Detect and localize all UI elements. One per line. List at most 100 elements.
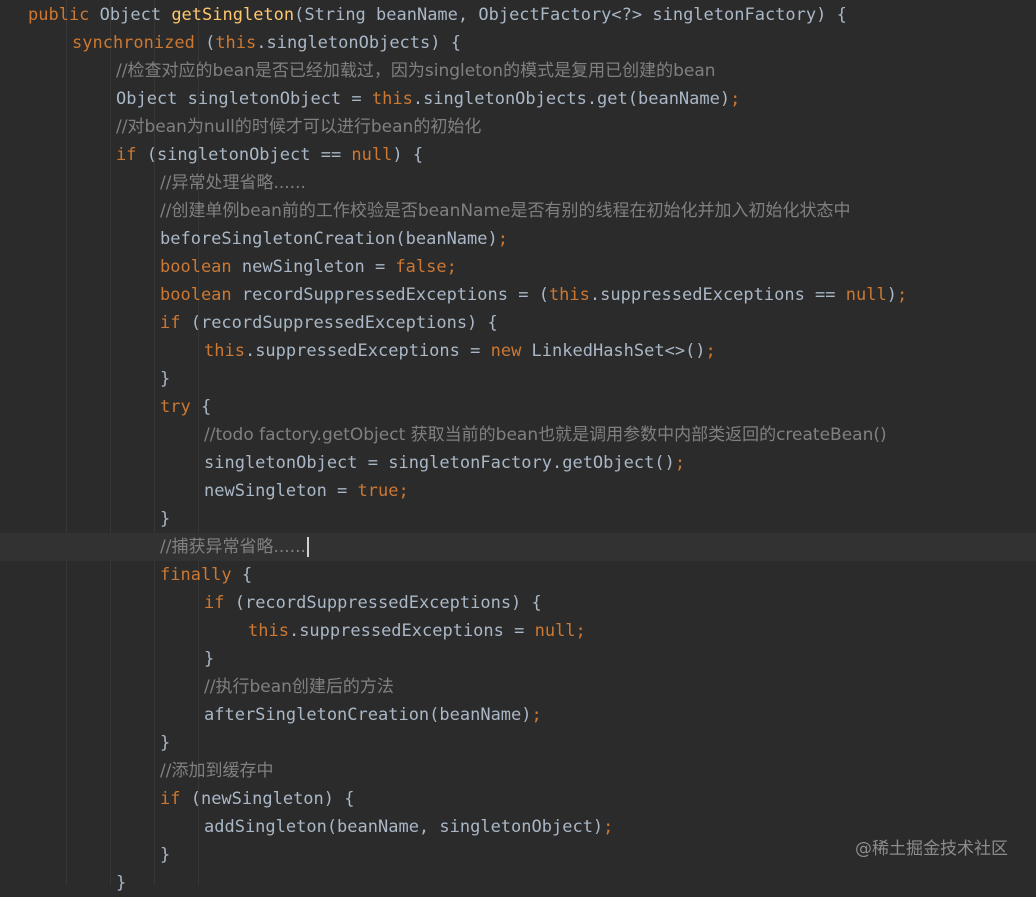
code-keyword: null	[351, 145, 393, 165]
code-text: {	[200, 397, 212, 417]
code-keyword: finally	[160, 565, 242, 585]
code-keyword: if	[116, 145, 147, 165]
code-text: (singletonObject ==	[146, 145, 352, 165]
code-line[interactable]: if (singletonObject == null) {	[0, 141, 1036, 169]
code-line[interactable]: //执行bean创建后的方法	[0, 673, 1036, 701]
code-line[interactable]: if (recordSuppressedExceptions) {	[0, 589, 1036, 617]
code-line[interactable]: //添加到缓存中	[0, 757, 1036, 785]
code-line[interactable]: //检查对应的bean是否已经加载过，因为singleton的模式是复用已创建的…	[0, 57, 1036, 85]
code-text: newSingleton =	[241, 257, 396, 277]
code-text: Object	[99, 5, 172, 25]
code-text: }	[160, 733, 171, 753]
code-keyword: null;	[534, 621, 586, 641]
code-text: beforeSingletonCreation(beanName)	[160, 229, 498, 249]
code-text: (recordSuppressedExceptions) {	[190, 313, 498, 333]
code-comment: //捕获异常省略......	[160, 537, 306, 557]
code-keyword: false;	[395, 257, 457, 277]
code-line[interactable]: //捕获异常省略......	[0, 533, 1036, 561]
code-line[interactable]: }	[0, 645, 1036, 673]
code-keyword: true;	[357, 481, 409, 501]
code-text: }	[204, 649, 215, 669]
code-text: LinkedHashSet<>()	[531, 341, 706, 361]
code-line[interactable]: //创建单例bean前的工作校验是否beanName是否有别的线程在初始化并加入…	[0, 197, 1036, 225]
code-keyword: if	[160, 789, 191, 809]
code-comment: //添加到缓存中	[160, 761, 274, 781]
code-text: }	[116, 873, 127, 893]
code-keyword: new	[490, 341, 532, 361]
code-line[interactable]: //对bean为null的时候才可以进行bean的初始化	[0, 113, 1036, 141]
code-comment: //对bean为null的时候才可以进行bean的初始化	[116, 117, 482, 137]
code-text: .suppressedExceptions ==	[589, 285, 846, 305]
code-comment: //异常处理省略......	[160, 173, 306, 193]
code-line[interactable]: }	[0, 869, 1036, 897]
code-line[interactable]: //异常处理省略......	[0, 169, 1036, 197]
code-line[interactable]: singletonObject = singletonFactory.getOb…	[0, 449, 1036, 477]
code-line[interactable]: if (newSingleton) {	[0, 785, 1036, 813]
code-line[interactable]: boolean newSingleton = false;	[0, 253, 1036, 281]
code-keyword: null	[845, 285, 887, 305]
code-comment: //检查对应的bean是否已经加载过，因为singleton的模式是复用已创建的…	[116, 61, 716, 81]
code-text: }	[160, 509, 171, 529]
code-keyword: ;	[705, 341, 716, 361]
code-line[interactable]: public Object getSingleton(String beanNa…	[0, 1, 1036, 29]
code-text: addSingleton(beanName, singletonObject)	[204, 817, 604, 837]
code-text: .suppressedExceptions =	[244, 341, 491, 361]
code-text: (newSingleton) {	[190, 789, 355, 809]
code-line[interactable]: Object singletonObject = this.singletonO…	[0, 85, 1036, 113]
code-keyword: this	[371, 89, 413, 109]
watermark: @稀土掘金技术社区	[855, 839, 1008, 859]
code-line[interactable]: newSingleton = true;	[0, 477, 1036, 505]
code-comment: //创建单例bean前的工作校验是否beanName是否有别的线程在初始化并加入…	[160, 201, 851, 221]
code-keyword: this	[215, 33, 257, 53]
code-line[interactable]: beforeSingletonCreation(beanName);	[0, 225, 1036, 253]
code-text: recordSuppressedExceptions = (	[241, 285, 549, 305]
code-keyword: if	[204, 593, 235, 613]
code-line[interactable]: }	[0, 505, 1036, 533]
code-text: .singletonObjects) {	[256, 33, 461, 53]
code-keyword: ;	[896, 285, 908, 305]
code-keyword: boolean	[160, 285, 242, 305]
code-text: Object singletonObject =	[116, 89, 372, 109]
code-line[interactable]: if (recordSuppressedExceptions) {	[0, 309, 1036, 337]
code-text: )	[886, 285, 897, 305]
code-text: (recordSuppressedExceptions) {	[234, 593, 542, 613]
code-line[interactable]: try {	[0, 393, 1036, 421]
code-keyword: ;	[531, 705, 542, 725]
code-keyword: this	[248, 621, 289, 641]
code-line[interactable]: boolean recordSuppressedExceptions = (th…	[0, 281, 1036, 309]
code-line[interactable]: synchronized (this.singletonObjects) {	[0, 29, 1036, 57]
code-line[interactable]: this.suppressedExceptions = new LinkedHa…	[0, 337, 1036, 365]
code-keyword: ;	[497, 229, 509, 249]
code-line[interactable]: finally {	[0, 561, 1036, 589]
code-line[interactable]: //todo factory.getObject 获取当前的bean也就是调用参…	[0, 421, 1036, 449]
code-keyword: if	[160, 313, 191, 333]
code-keyword: this	[548, 285, 590, 305]
code-text: .singletonObjects.get(beanName)	[412, 89, 731, 109]
code-text: newSingleton =	[204, 481, 358, 501]
code-line[interactable]: afterSingletonCreation(beanName);	[0, 701, 1036, 729]
code-keyword: synchronized	[72, 33, 206, 53]
code-text: afterSingletonCreation(beanName)	[204, 705, 532, 725]
code-keyword: ;	[674, 453, 686, 473]
code-text: {	[241, 565, 253, 585]
code-text: singletonObject = singletonFactory.getOb…	[204, 453, 675, 473]
code-text: .suppressedExceptions =	[288, 621, 535, 641]
code-text: }	[160, 369, 171, 389]
code-text: (String beanName, ObjectFactory<?> singl…	[294, 5, 847, 25]
code-comment: //todo factory.getObject 获取当前的bean也就是调用参…	[204, 425, 887, 445]
code-line[interactable]: }	[0, 365, 1036, 393]
code-line[interactable]: }	[0, 729, 1036, 757]
code-editor[interactable]: public Object getSingleton(String beanNa…	[0, 0, 1036, 893]
code-text: ) {	[392, 145, 424, 165]
code-keyword: ;	[730, 89, 741, 109]
code-keyword: ;	[603, 817, 614, 837]
code-text: (	[205, 33, 216, 53]
code-line[interactable]: this.suppressedExceptions = null;	[0, 617, 1036, 645]
code-text: }	[160, 845, 171, 865]
code-method-name: getSingleton	[171, 5, 295, 25]
code-keyword: this	[204, 341, 245, 361]
code-keyword: boolean	[160, 257, 242, 277]
code-comment: //执行bean创建后的方法	[204, 677, 394, 697]
code-keyword: public	[28, 5, 100, 25]
code-keyword: try	[160, 397, 201, 417]
